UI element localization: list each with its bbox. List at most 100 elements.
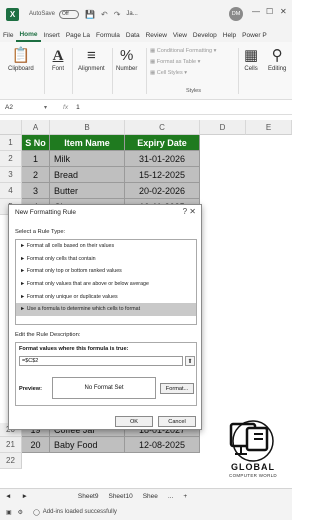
autosave-label: AutoSave — [29, 11, 56, 17]
save-icon[interactable]: 💾 — [85, 10, 95, 19]
logo-subtitle: COMPUTER WORLD — [229, 473, 277, 478]
formula-bar: A2 ▾ fx 1 — [0, 101, 292, 115]
new-formatting-rule-dialog[interactable]: New Formatting Rule ? ✕ Select a Rule Ty… — [8, 204, 202, 430]
table-cell[interactable]: Baby Food — [50, 437, 125, 453]
row-header[interactable]: 22 — [0, 453, 22, 469]
dialog-title: New Formatting Rule — [15, 209, 77, 216]
excel-logo-icon: X — [6, 7, 19, 21]
rule-type-option[interactable]: ► Format only unique or duplicate values — [16, 290, 196, 303]
ready-icon: ▣ — [6, 509, 12, 516]
dialog-close-button[interactable]: ? ✕ — [183, 207, 196, 216]
table-cell[interactable]: 15-12-2025 — [125, 167, 200, 183]
prev-sheet-button[interactable]: ◄ — [0, 489, 16, 505]
row-header[interactable]: 1 — [0, 135, 22, 151]
avatar[interactable]: DM — [229, 7, 243, 21]
conditional-formatting-button[interactable]: ▦ Conditional Formatting ▾ — [150, 46, 216, 57]
number-group[interactable]: % Number — [116, 46, 137, 72]
row-header[interactable]: 21 — [0, 437, 22, 453]
clipboard-group[interactable]: 📋 Clipboard — [8, 46, 34, 72]
column-header-e[interactable]: E — [246, 120, 292, 135]
file-name[interactable]: Ja... — [126, 11, 137, 17]
tab-formulas[interactable]: Formula — [93, 28, 123, 42]
next-sheet-button[interactable]: ► — [16, 489, 32, 505]
table-header-sno[interactable]: S No — [22, 135, 50, 151]
collapse-dialog-icon[interactable]: ⬆ — [185, 356, 195, 366]
font-label: Font — [52, 66, 65, 72]
table-cell[interactable]: Butter — [50, 183, 125, 199]
autosave-toggle[interactable]: Off — [59, 9, 80, 19]
table-cell[interactable]: 3 — [22, 183, 50, 199]
fx-icon[interactable]: fx — [63, 104, 68, 111]
sheet-tab-bar: ◄ ► Sheet9 Sheet10 Shee ... + — [0, 488, 292, 504]
format-as-table-button[interactable]: ▦ Format as Table ▾ — [150, 57, 216, 68]
alignment-group[interactable]: ≡ Alignment — [78, 46, 105, 72]
column-header-a[interactable]: A — [22, 120, 50, 135]
formula-field[interactable]: =$C$2 — [19, 356, 183, 366]
status-bar: ▣ ⚙ ◯ Add-ins loaded successfully — [0, 504, 292, 520]
sheet-tab[interactable]: Shee — [138, 489, 163, 505]
table-cell[interactable]: 20-02-2026 — [125, 183, 200, 199]
cancel-button[interactable]: Cancel — [158, 416, 196, 427]
tab-view[interactable]: View — [170, 28, 190, 42]
table-cell[interactable]: Bread — [50, 167, 125, 183]
table-cell[interactable]: Milk — [50, 151, 125, 167]
more-sheets-button[interactable]: ... — [163, 489, 178, 505]
table-cell[interactable]: 2 — [22, 167, 50, 183]
tab-help[interactable]: Help — [220, 28, 239, 42]
table-header-item[interactable]: Item Name — [50, 135, 125, 151]
status-message: Add-ins loaded successfully — [42, 509, 117, 515]
minimize-button[interactable]: — — [252, 7, 260, 16]
sheet-tab[interactable]: Sheet10 — [103, 489, 137, 505]
rule-type-option-selected[interactable]: ► Use a formula to determine which cells… — [16, 302, 196, 316]
cells-group[interactable]: ▦ Cells — [244, 46, 258, 72]
ribbon-divider — [146, 48, 147, 94]
sheet-tab[interactable]: Sheet9 — [73, 489, 104, 505]
tab-data[interactable]: Data — [123, 28, 143, 42]
cell-styles-button[interactable]: ▦ Cell Styles ▾ — [150, 68, 216, 79]
rule-type-option[interactable]: ► Format all cells based on their values — [16, 240, 196, 253]
ribbon-divider — [112, 48, 113, 94]
table-cell[interactable]: 12-08-2025 — [125, 437, 200, 453]
number-label: Number — [116, 66, 138, 72]
tab-insert[interactable]: Insert — [41, 28, 63, 42]
tab-home[interactable]: Home — [16, 28, 41, 42]
tab-page-layout[interactable]: Page La — [63, 28, 93, 42]
name-box-dropdown-icon[interactable]: ▾ — [44, 104, 47, 111]
table-cell[interactable]: 1 — [22, 151, 50, 167]
table-cell[interactable]: 20 — [22, 437, 50, 453]
column-header-b[interactable]: B — [50, 120, 125, 135]
ribbon-divider — [238, 48, 239, 94]
column-header-c[interactable]: C — [125, 120, 200, 135]
ok-button[interactable]: OK — [115, 416, 153, 427]
search-icon: ⚲ — [271, 47, 283, 64]
tab-file[interactable]: File — [0, 28, 16, 42]
editing-group[interactable]: ⚲ Editing — [268, 46, 286, 72]
add-sheet-button[interactable]: + — [178, 489, 192, 505]
cells-icon: ▦ — [244, 47, 259, 64]
row-header[interactable]: 3 — [0, 167, 22, 183]
rule-type-option[interactable]: ► Format only cells that contain — [16, 253, 196, 266]
row-header[interactable]: 2 — [0, 151, 22, 167]
tab-power-pivot[interactable]: Power P — [239, 28, 270, 42]
rule-type-option[interactable]: ► Format only top or bottom ranked value… — [16, 265, 196, 278]
rule-type-option[interactable]: ► Format only values that are above or b… — [16, 278, 196, 291]
name-box[interactable]: A2 — [0, 104, 44, 111]
addins-icon: ◯ — [33, 509, 40, 516]
row-header[interactable]: 4 — [0, 183, 22, 199]
table-header-expiry[interactable]: Expiry Date — [125, 135, 200, 151]
table-cell[interactable]: 31-01-2026 — [125, 151, 200, 167]
column-header-d[interactable]: D — [200, 120, 246, 135]
formula-input[interactable]: 1 — [76, 104, 80, 111]
accessibility-icon[interactable]: ⚙ — [18, 509, 23, 516]
redo-icon[interactable]: ↷ — [114, 10, 121, 19]
undo-icon[interactable]: ↶ — [101, 10, 108, 19]
maximize-button[interactable]: ☐ — [266, 7, 273, 16]
select-all-corner[interactable] — [0, 120, 22, 135]
tab-review[interactable]: Review — [143, 28, 170, 42]
font-icon: A — [52, 48, 64, 64]
rule-type-list[interactable]: ► Format all cells based on their values… — [15, 239, 197, 325]
close-button[interactable]: ✕ — [280, 7, 287, 16]
tab-developer[interactable]: Develop — [190, 28, 220, 42]
format-button[interactable]: Format... — [160, 383, 194, 394]
font-group[interactable]: A Font — [52, 46, 64, 72]
